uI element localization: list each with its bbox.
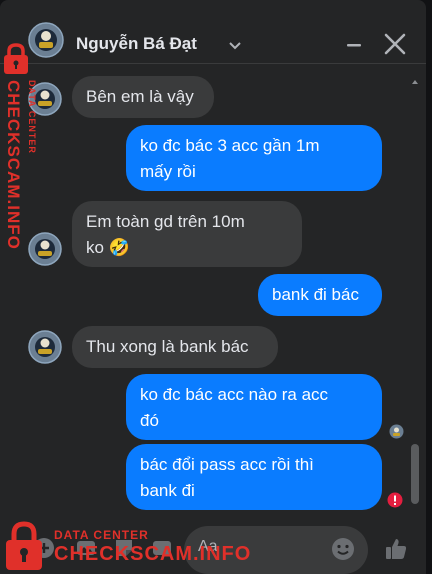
watermark-vertical-subtext: DATA CENTER — [27, 80, 37, 154]
message-incoming: Thu xong là bank bác — [72, 326, 278, 368]
message-text: Thu xong là bank bác — [86, 337, 249, 356]
message-outgoing: bác đổi pass acc rồi thì bank đi — [126, 444, 382, 510]
contact-avatar — [28, 232, 62, 266]
contact-name[interactable]: Nguyễn Bá Đạt — [76, 34, 197, 54]
chat-window: Nguyễn Bá Đạt Bên em là vậy ko đc bác 3 … — [0, 0, 426, 574]
emoji-icon[interactable] — [330, 536, 356, 562]
contact-avatar[interactable] — [28, 22, 64, 58]
message-line: mấy rồi — [140, 162, 196, 181]
message-text: bank đi bác — [272, 285, 359, 304]
message-list[interactable]: Bên em là vậy ko đc bác 3 acc gần 1m mấy… — [0, 64, 426, 514]
message-line: ko đc bác acc nào ra acc — [140, 385, 329, 404]
message-line: Em toàn gd trên 10m — [86, 212, 245, 231]
watermark-lock-icon — [4, 43, 28, 74]
message-outgoing: bank đi bác — [258, 274, 382, 316]
watermark-lock-icon — [6, 521, 42, 570]
message-text: Bên em là vậy — [86, 87, 194, 106]
message-outgoing: ko đc bác acc nào ra acc đó — [126, 374, 382, 440]
error-icon[interactable] — [387, 492, 403, 508]
watermark-checkscam: CHECKSCAM.INFO — [54, 543, 252, 565]
message-incoming: Bên em là vậy — [72, 76, 214, 118]
read-receipt-avatar — [389, 424, 404, 439]
message-outgoing: ko đc bác 3 acc gần 1m mấy rồi — [126, 125, 382, 191]
message-line: ko đc bác 3 acc gần 1m — [140, 136, 320, 155]
minimize-icon[interactable] — [342, 33, 366, 57]
like-icon[interactable] — [383, 536, 409, 562]
contact-avatar — [28, 330, 62, 364]
watermark-data-center: DATA CENTER — [54, 528, 149, 542]
message-line: đó — [140, 411, 159, 430]
chat-header: Nguyễn Bá Đạt — [0, 0, 426, 64]
scroll-up-arrow-icon[interactable] — [411, 78, 419, 86]
message-line: ko 🤣 — [86, 238, 130, 257]
message-incoming: Em toàn gd trên 10m ko 🤣 — [72, 201, 302, 267]
scrollbar-thumb[interactable] — [411, 444, 419, 504]
chevron-down-icon[interactable] — [228, 39, 242, 53]
close-icon[interactable] — [381, 30, 409, 58]
message-line: bank đi — [140, 481, 195, 500]
message-line: bác đổi pass acc rồi thì — [140, 455, 314, 474]
watermark-vertical-text: CHECKSCAM.INFO — [4, 80, 23, 250]
